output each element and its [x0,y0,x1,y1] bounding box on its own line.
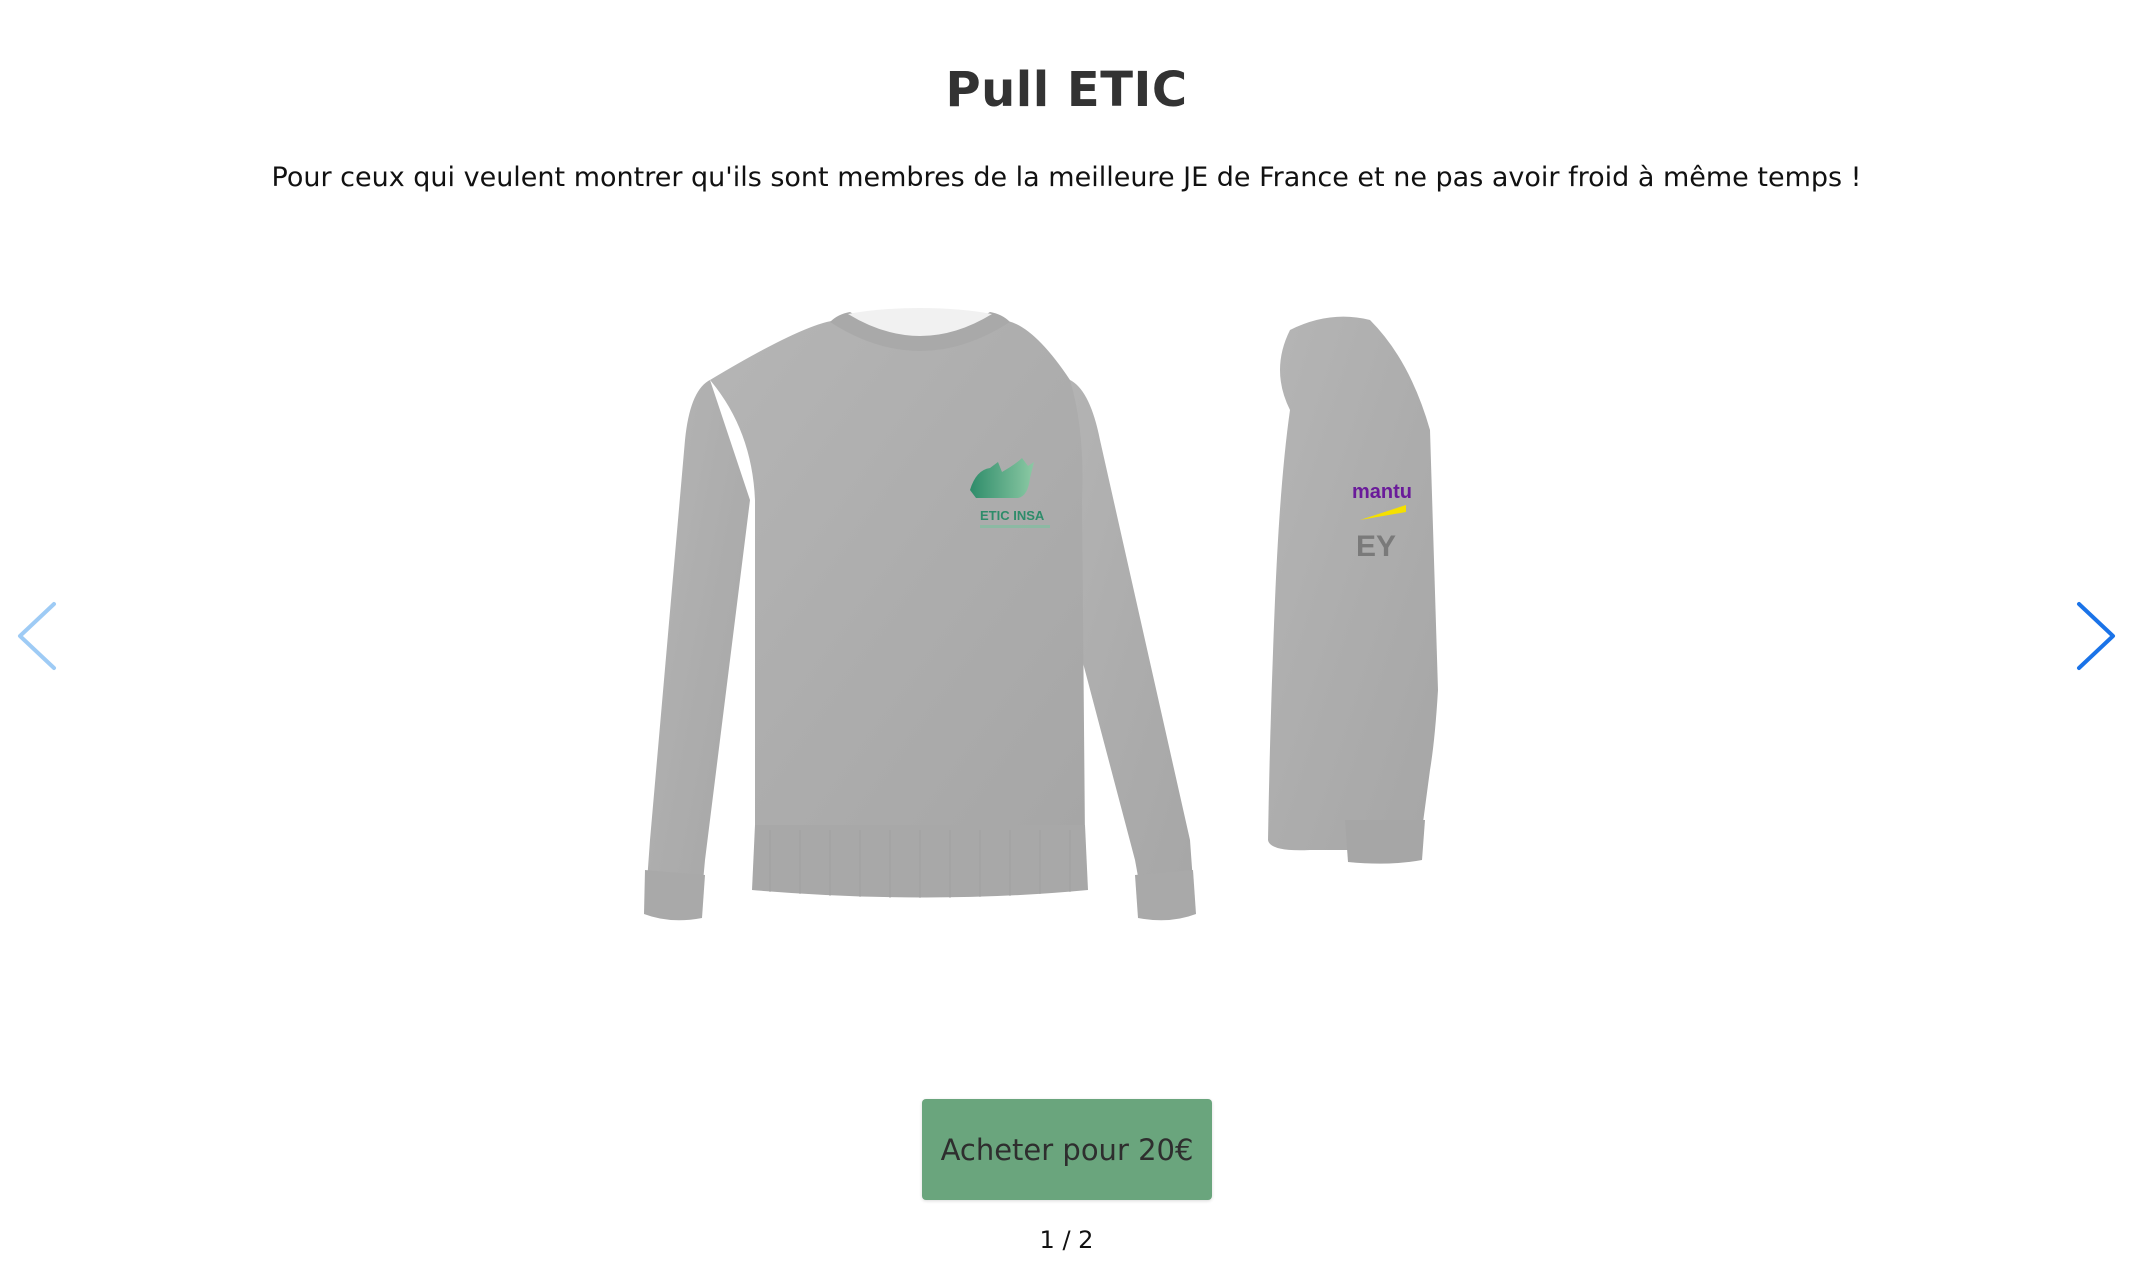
page-title: Pull ETIC [945,62,1188,118]
chevron-left-icon [18,602,56,670]
sweater-sleeve: mantu EY [1268,316,1438,864]
product-image: ETIC INSA mantu EY [644,308,1438,921]
carousel-pagination: 1 / 2 [1039,1226,1094,1254]
sweater-front: ETIC INSA [644,308,1196,921]
carousel-prev-button[interactable] [12,598,62,674]
etic-logo-text: ETIC INSA [980,508,1045,523]
product-description: Pour ceux qui veulent montrer qu'ils son… [271,162,1862,193]
mantu-logo: mantu [1352,481,1412,503]
chevron-right-icon [2077,602,2115,670]
ey-logo: EY [1356,530,1396,563]
carousel-next-button[interactable] [2071,598,2121,674]
buy-button[interactable]: Acheter pour 20€ [922,1099,1212,1200]
product-page: Pull ETIC Pour ceux qui veulent montrer … [0,0,2133,1267]
